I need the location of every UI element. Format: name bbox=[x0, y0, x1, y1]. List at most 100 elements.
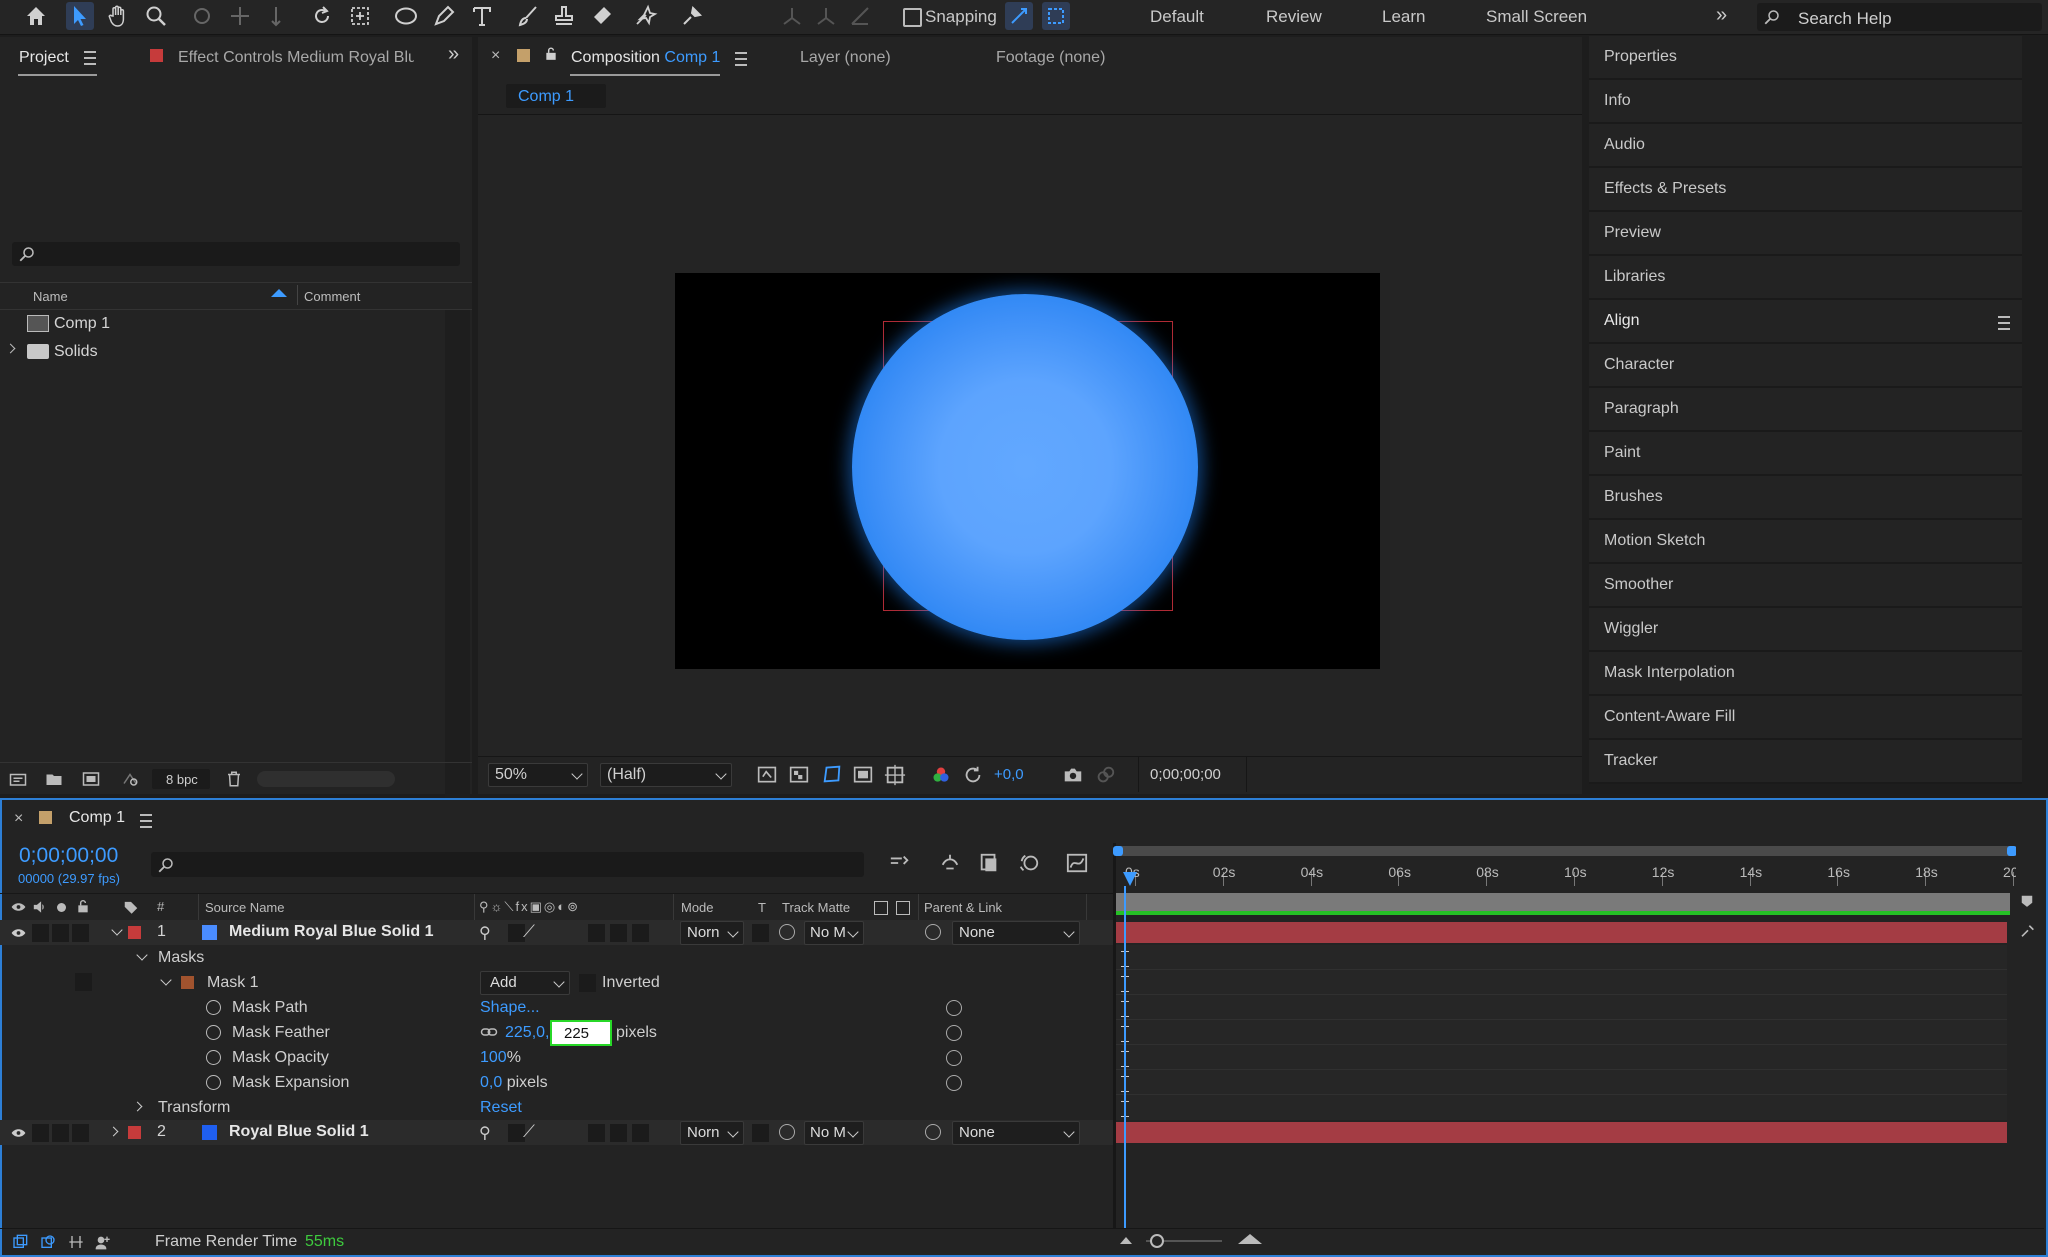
solo-icon[interactable] bbox=[57, 903, 66, 912]
tab-footage[interactable]: Footage (none) bbox=[996, 49, 1105, 67]
masks-group-row[interactable]: Masks bbox=[0, 945, 1113, 970]
chevron-down-icon[interactable] bbox=[136, 949, 148, 961]
hand-tool-icon[interactable] bbox=[104, 2, 132, 30]
exposure-value[interactable]: +0,0 bbox=[994, 766, 1024, 783]
solo-switch[interactable] bbox=[52, 924, 69, 942]
clone-stamp-tool-icon[interactable] bbox=[550, 2, 578, 30]
audio-switch[interactable] bbox=[32, 924, 49, 942]
lock-icon[interactable] bbox=[544, 46, 558, 62]
project-item-solids[interactable]: Solids bbox=[0, 338, 445, 366]
timeline-tab[interactable]: Comp 1 bbox=[69, 809, 125, 827]
composition-menu-icon[interactable] bbox=[735, 52, 747, 66]
panel-content-aware-fill[interactable]: Content-Aware Fill bbox=[1589, 696, 2022, 740]
solo-switch[interactable] bbox=[52, 1124, 69, 1142]
workspace-review[interactable]: Review bbox=[1266, 7, 1322, 27]
parent-pickwhip-icon[interactable] bbox=[925, 1124, 941, 1140]
track-matte-pickwhip-icon[interactable] bbox=[779, 924, 795, 940]
property-row[interactable]: Mask Path Shape... bbox=[0, 995, 1113, 1020]
panel-brushes[interactable]: Brushes bbox=[1589, 476, 2022, 520]
chevron-down-icon[interactable] bbox=[111, 924, 123, 936]
graph-editor-icon[interactable] bbox=[1064, 852, 1090, 874]
layer-mode-dropdown[interactable]: Norn bbox=[680, 1121, 744, 1145]
panel-align[interactable]: Align bbox=[1589, 300, 2022, 344]
track-matte-dropdown[interactable]: No M bbox=[804, 1121, 864, 1145]
puppet-tool-icon[interactable] bbox=[678, 2, 706, 30]
panel-preview[interactable]: Preview bbox=[1589, 212, 2022, 256]
zoom-in-icon[interactable] bbox=[1238, 1234, 1262, 1244]
layer-name[interactable]: Medium Royal Blue Solid 1 bbox=[229, 923, 433, 941]
panel-audio[interactable]: Audio bbox=[1589, 124, 2022, 168]
panel-character[interactable]: Character bbox=[1589, 344, 2022, 388]
mask-visibility-icon[interactable] bbox=[820, 763, 844, 785]
new-folder-icon[interactable] bbox=[44, 770, 64, 788]
stopwatch-icon[interactable] bbox=[206, 1050, 221, 1065]
mask-name[interactable]: Mask 1 bbox=[207, 974, 259, 992]
layer-duration-bar[interactable] bbox=[1116, 1122, 2007, 1143]
motion-blur-icon[interactable] bbox=[1016, 852, 1042, 874]
panel-libraries[interactable]: Libraries bbox=[1589, 256, 2022, 300]
eye-icon[interactable] bbox=[11, 1127, 26, 1139]
layer-mode-dropdown[interactable]: Norn bbox=[680, 921, 744, 945]
column-comment[interactable]: Comment bbox=[304, 289, 360, 304]
region-of-interest-icon[interactable] bbox=[852, 765, 874, 785]
snapping-checkbox[interactable] bbox=[903, 8, 922, 27]
fast-previews-icon[interactable] bbox=[756, 765, 778, 785]
project-search-input[interactable] bbox=[12, 242, 460, 266]
frame-blending-icon[interactable] bbox=[976, 852, 1002, 874]
transform-group-row[interactable]: Transform Reset bbox=[0, 1095, 1113, 1120]
comp-flowchart-icon[interactable] bbox=[887, 852, 913, 874]
zoom-tool-icon[interactable] bbox=[142, 2, 170, 30]
shy-switch-icon[interactable]: ⚲ bbox=[479, 923, 491, 943]
layer-row[interactable]: 1 Medium Royal Blue Solid 1 ⚲ ⟋ Norn No … bbox=[0, 920, 1113, 945]
trash-icon[interactable] bbox=[225, 769, 243, 789]
breadcrumb[interactable]: Comp 1 bbox=[506, 84, 606, 108]
render-time-icon[interactable] bbox=[94, 1234, 112, 1250]
lock-switch[interactable] bbox=[72, 1124, 89, 1142]
mask-color-swatch[interactable] bbox=[181, 976, 194, 989]
lock-switch[interactable] bbox=[72, 924, 89, 942]
project-menu-icon[interactable] bbox=[84, 51, 96, 65]
ellipse-tool-icon[interactable] bbox=[392, 2, 420, 30]
column-mode[interactable]: Mode bbox=[681, 900, 714, 915]
mask-lock-switch[interactable] bbox=[75, 973, 92, 991]
effect-switch[interactable] bbox=[588, 1124, 605, 1142]
property-row[interactable]: Mask Opacity 100% bbox=[0, 1045, 1113, 1070]
mask-feather-y-input[interactable]: 225 bbox=[550, 1020, 612, 1046]
lock-icon[interactable] bbox=[76, 899, 90, 914]
tab-effect-controls[interactable]: Effect Controls Medium Royal Blu bbox=[178, 49, 414, 67]
column-source-name[interactable]: Source Name bbox=[205, 900, 284, 915]
panel-mask-interpolation[interactable]: Mask Interpolation bbox=[1589, 652, 2022, 696]
interpret-footage-icon[interactable] bbox=[8, 770, 28, 788]
work-area-start-handle[interactable] bbox=[1113, 846, 1123, 856]
workspace-small-screen[interactable]: Small Screen bbox=[1486, 7, 1587, 27]
pan-camera-icon[interactable] bbox=[226, 2, 254, 30]
property-row[interactable]: Mask Expansion 0,0 pixels bbox=[0, 1070, 1113, 1095]
expand-tabs-icon[interactable]: » bbox=[448, 43, 459, 66]
panel-paragraph[interactable]: Paragraph bbox=[1589, 388, 2022, 432]
comp-canvas[interactable] bbox=[675, 273, 1380, 669]
bit-depth-button[interactable]: 8 bpc bbox=[152, 769, 210, 789]
effect-switch[interactable] bbox=[588, 924, 605, 942]
type-tool-icon[interactable] bbox=[468, 2, 496, 30]
mask-opacity-value-wrap[interactable]: 100% bbox=[480, 1049, 521, 1067]
shy-switch-icon[interactable]: ⚲ bbox=[479, 1123, 491, 1143]
property-row[interactable]: Mask Feather 225,0, 225 pixels bbox=[0, 1020, 1113, 1046]
panel-properties[interactable]: Properties bbox=[1589, 36, 2022, 80]
layer-duration-bar[interactable] bbox=[1116, 922, 2007, 943]
motion-blur-switch[interactable] bbox=[632, 924, 649, 942]
workspace-default[interactable]: Default bbox=[1150, 7, 1204, 27]
comp-viewer[interactable] bbox=[478, 115, 1582, 791]
shy-layers-icon[interactable] bbox=[937, 852, 963, 874]
layer-label-color[interactable] bbox=[128, 1126, 141, 1139]
selection-tool-icon[interactable] bbox=[66, 2, 94, 30]
new-composition-icon[interactable] bbox=[80, 770, 102, 788]
transform-reset-link[interactable]: Reset bbox=[480, 1099, 522, 1117]
toggle-switches-icon[interactable] bbox=[12, 1234, 28, 1250]
project-item-comp[interactable]: Comp 1 bbox=[0, 310, 445, 338]
track-matte-pickwhip-icon[interactable] bbox=[779, 1124, 795, 1140]
panel-paint[interactable]: Paint bbox=[1589, 432, 2022, 476]
brush-tool-icon[interactable] bbox=[514, 2, 542, 30]
eye-icon[interactable] bbox=[11, 927, 26, 939]
work-area-bar[interactable] bbox=[1116, 846, 2016, 856]
mask-expansion-value-wrap[interactable]: 0,0 pixels bbox=[480, 1074, 548, 1092]
